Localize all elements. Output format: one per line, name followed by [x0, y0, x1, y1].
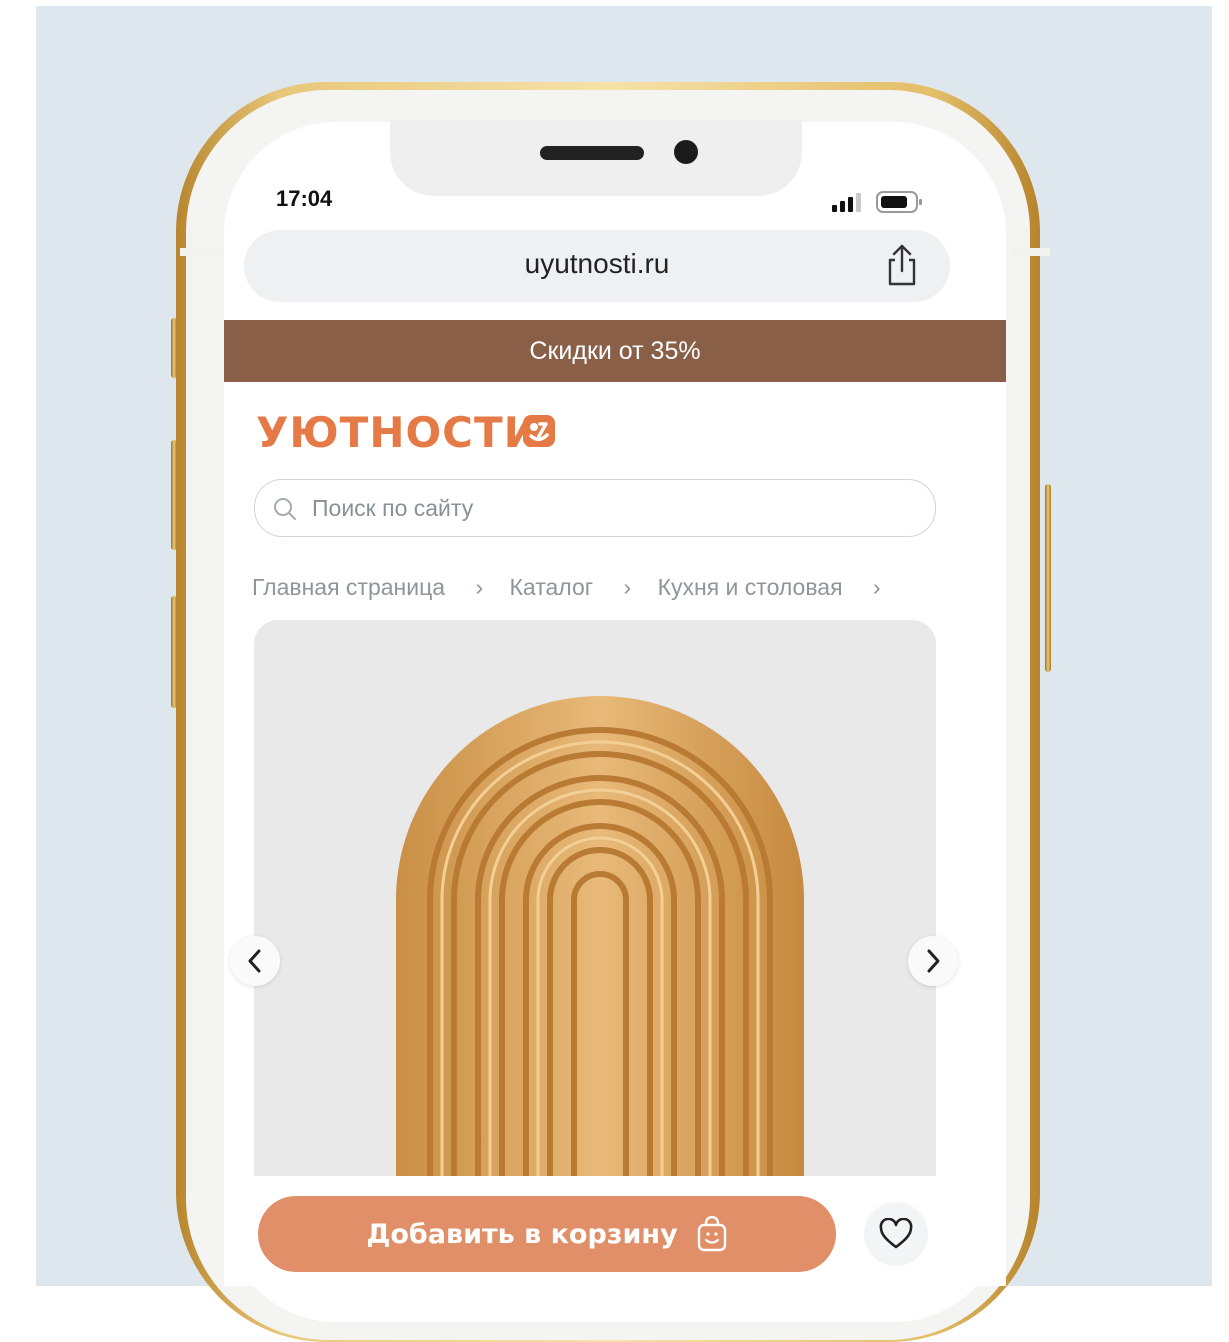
breadcrumb-separator: ›	[872, 574, 881, 600]
phone-silent-switch	[171, 318, 177, 378]
breadcrumb-separator: ›	[623, 574, 632, 600]
url-bar[interactable]: uyutnosti.ru	[244, 230, 950, 302]
phone-antenna-band	[1010, 248, 1050, 256]
promo-text: Скидки от 35%	[529, 336, 701, 365]
gallery-next-button[interactable]	[908, 936, 958, 986]
status-time: 17:04	[276, 186, 333, 211]
shopping-bag-icon	[697, 1216, 726, 1252]
breadcrumb-item-kitchen[interactable]: Кухня и столовая	[658, 574, 843, 601]
product-image	[396, 696, 804, 1210]
phone-speaker	[540, 146, 644, 160]
heart-icon	[879, 1218, 913, 1249]
product-gallery	[254, 620, 936, 1220]
add-to-cart-label: Добавить в корзину	[366, 1218, 678, 1250]
chevron-right-icon	[927, 949, 940, 973]
phone-power-button	[1045, 484, 1051, 672]
phone-antenna-band	[180, 248, 220, 256]
breadcrumb-item-catalog[interactable]: Каталог	[510, 574, 594, 601]
battery-icon	[876, 191, 922, 213]
add-to-cart-button[interactable]: Добавить в корзину	[258, 1196, 836, 1272]
phone-volume-up	[171, 440, 177, 550]
breadcrumb: Главная страница › Каталог › Кухня и сто…	[252, 574, 901, 601]
brand-mark-icon	[523, 415, 555, 447]
breadcrumb-separator: ›	[475, 574, 484, 600]
phone-volume-down	[171, 596, 177, 708]
breadcrumb-item-home[interactable]: Главная страница	[252, 574, 445, 601]
gallery-prev-button[interactable]	[230, 936, 280, 986]
chevron-left-icon	[248, 949, 261, 973]
favorite-button[interactable]	[864, 1202, 928, 1266]
promo-banner[interactable]: Скидки от 35%	[224, 320, 1006, 382]
share-icon[interactable]	[882, 242, 922, 288]
search-placeholder: Поиск по сайту	[312, 495, 474, 521]
signal-icon	[832, 193, 861, 212]
phone-camera	[674, 140, 698, 164]
brand-logo[interactable]: УЮТНОСТИ	[256, 408, 540, 457]
url-text: uyutnosti.ru	[524, 248, 670, 279]
search-icon	[274, 498, 296, 520]
